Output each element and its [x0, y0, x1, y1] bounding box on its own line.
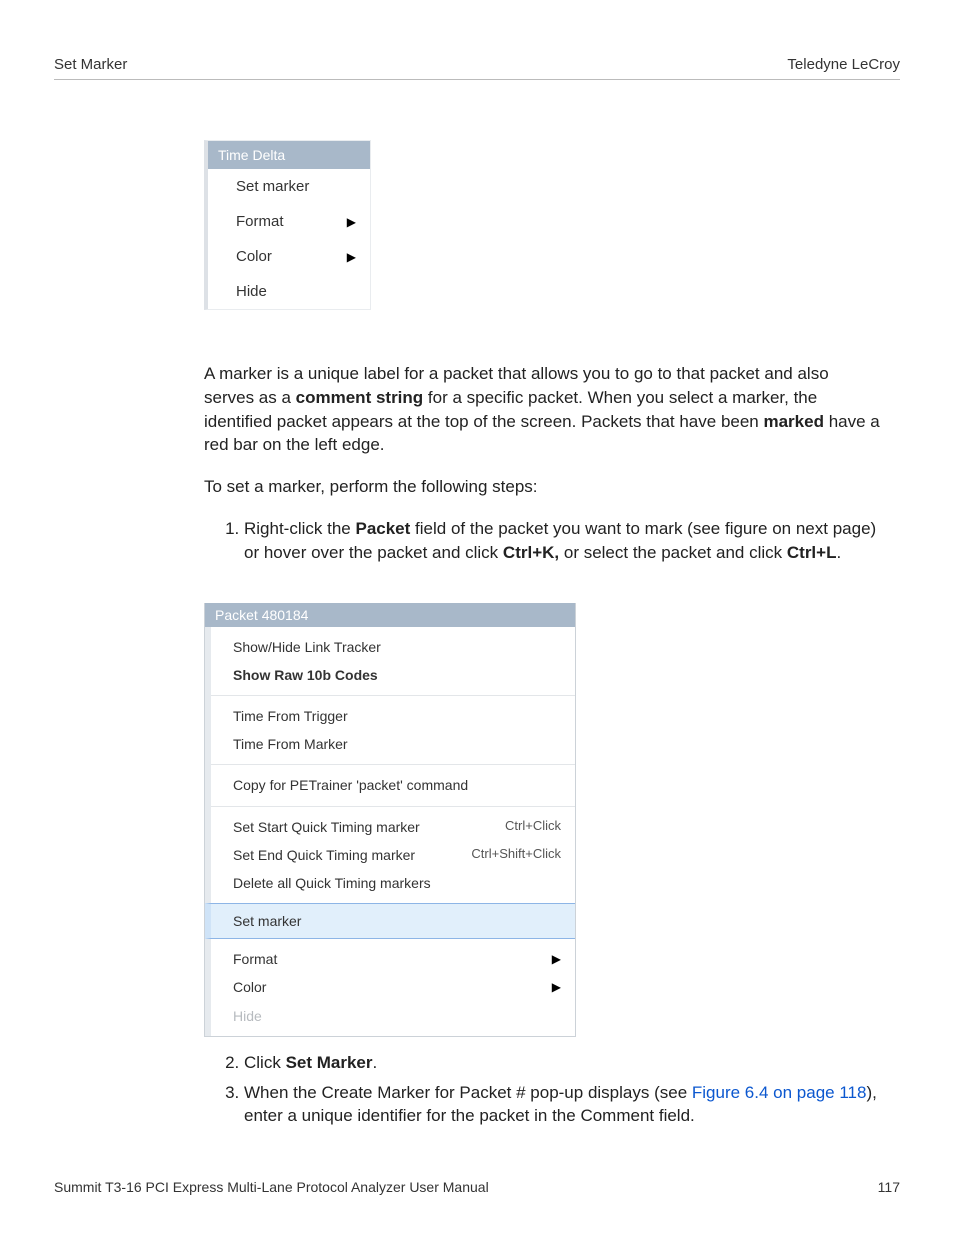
- menu-item-label: Color: [233, 978, 266, 996]
- menu-item-label: Set marker: [236, 178, 309, 195]
- menu-item-delete-all-quick-timing[interactable]: Delete all Quick Timing markers: [233, 869, 561, 897]
- menu-item-hide-disabled: Hide: [233, 1002, 561, 1030]
- bold-text: Packet: [355, 519, 410, 538]
- bold-text: Ctrl+L: [787, 543, 837, 562]
- menu-item-label: Set End Quick Timing marker: [233, 846, 415, 864]
- menu-item-label: Show Raw 10b Codes: [233, 666, 378, 684]
- text: .: [373, 1053, 378, 1072]
- context-menu-packet: Packet 480184 Show/Hide Link Tracker Sho…: [204, 603, 576, 1037]
- chevron-right-icon: ▶: [347, 215, 356, 229]
- menu-item-label: Delete all Quick Timing markers: [233, 874, 431, 892]
- menu-item-label: Time From Trigger: [233, 707, 348, 725]
- menu-item-label: Set Start Quick Timing marker: [233, 818, 420, 836]
- menu-body: Show/Hide Link Tracker Show Raw 10b Code…: [205, 627, 575, 1036]
- bold-text: comment string: [296, 388, 424, 407]
- menu-section: Copy for PETrainer 'packet' command: [211, 764, 575, 805]
- menu-item-set-start-quick-timing[interactable]: Set Start Quick Timing marker Ctrl+Click: [233, 813, 561, 841]
- menu-item-copy-petrainer[interactable]: Copy for PETrainer 'packet' command: [233, 771, 561, 799]
- menu-item-set-marker-highlighted[interactable]: Set marker: [205, 903, 575, 939]
- menu-item-time-from-marker[interactable]: Time From Marker: [233, 730, 561, 758]
- intro-paragraph: A marker is a unique label for a packet …: [204, 362, 880, 457]
- menu-item-format[interactable]: Format ▶: [233, 945, 561, 973]
- content: Time Delta Set marker Format ▶ Color ▶ H…: [204, 140, 880, 1128]
- text: Right-click the: [244, 519, 355, 538]
- menu-item-format[interactable]: Format ▶: [208, 204, 370, 239]
- steps-list: Right-click the Packet field of the pack…: [204, 517, 880, 565]
- header-left: Set Marker: [54, 56, 127, 73]
- menu-item-label: Show/Hide Link Tracker: [233, 638, 381, 656]
- menu-item-label: Hide: [236, 283, 267, 300]
- footer: Summit T3-16 PCI Express Multi-Lane Prot…: [54, 1179, 900, 1195]
- menu-item-label: Color: [236, 248, 272, 265]
- menu-item-show-hide-link-tracker[interactable]: Show/Hide Link Tracker: [233, 633, 561, 661]
- menu-item-label: Format: [236, 213, 284, 230]
- menu-item-label: Copy for PETrainer 'packet' command: [233, 776, 468, 794]
- step-1: Right-click the Packet field of the pack…: [244, 517, 880, 565]
- text: .: [836, 543, 841, 562]
- chevron-right-icon: ▶: [552, 952, 561, 968]
- menu-item-set-marker[interactable]: Set marker: [208, 169, 370, 204]
- menu-section: Time From Trigger Time From Marker: [211, 695, 575, 764]
- menu-item-time-from-trigger[interactable]: Time From Trigger: [233, 702, 561, 730]
- menu-item-label: Format: [233, 950, 277, 968]
- chevron-right-icon: ▶: [552, 980, 561, 996]
- running-header: Set Marker Teledyne LeCroy: [54, 56, 900, 80]
- figure-link[interactable]: Figure 6.4 on page 118: [692, 1083, 867, 1102]
- footer-title: Summit T3-16 PCI Express Multi-Lane Prot…: [54, 1179, 489, 1195]
- bold-text: marked: [763, 412, 823, 431]
- menu-item-hide[interactable]: Hide: [208, 274, 370, 309]
- shortcut-text: Ctrl+Shift+Click: [471, 846, 561, 863]
- text: or select the packet and click: [559, 543, 787, 562]
- menu-item-label: Hide: [233, 1007, 262, 1025]
- header-right: Teledyne LeCroy: [787, 56, 900, 73]
- shortcut-text: Ctrl+Click: [505, 818, 561, 835]
- page-number: 117: [878, 1179, 900, 1195]
- menu-section: Show/Hide Link Tracker Show Raw 10b Code…: [211, 627, 575, 695]
- menu-item-color[interactable]: Color ▶: [208, 239, 370, 274]
- steps-list-continued: Click Set Marker. When the Create Marker…: [204, 1051, 880, 1128]
- menu-item-set-end-quick-timing[interactable]: Set End Quick Timing marker Ctrl+Shift+C…: [233, 841, 561, 869]
- text: Click: [244, 1053, 286, 1072]
- menu-header: Time Delta: [208, 141, 370, 169]
- lead-paragraph: To set a marker, perform the following s…: [204, 475, 880, 499]
- step-2: Click Set Marker.: [244, 1051, 880, 1075]
- menu-header: Packet 480184: [205, 603, 575, 627]
- context-menu-time-delta: Time Delta Set marker Format ▶ Color ▶ H…: [204, 140, 371, 310]
- text: When the Create Marker for Packet # pop-…: [244, 1083, 692, 1102]
- step-3: When the Create Marker for Packet # pop-…: [244, 1081, 880, 1129]
- menu-item-label: Set marker: [233, 912, 301, 930]
- menu-item-label: Time From Marker: [233, 735, 348, 753]
- page: Set Marker Teledyne LeCroy Time Delta Se…: [0, 0, 954, 1235]
- chevron-right-icon: ▶: [347, 250, 356, 264]
- bold-text: Ctrl+K,: [503, 543, 559, 562]
- menu-item-show-raw-10b-codes[interactable]: Show Raw 10b Codes: [233, 661, 561, 689]
- bold-text: Set Marker: [286, 1053, 373, 1072]
- menu-section: Format ▶ Color ▶ Hide: [211, 939, 575, 1036]
- menu-section: Set Start Quick Timing marker Ctrl+Click…: [211, 806, 575, 904]
- menu-item-color[interactable]: Color ▶: [233, 973, 561, 1001]
